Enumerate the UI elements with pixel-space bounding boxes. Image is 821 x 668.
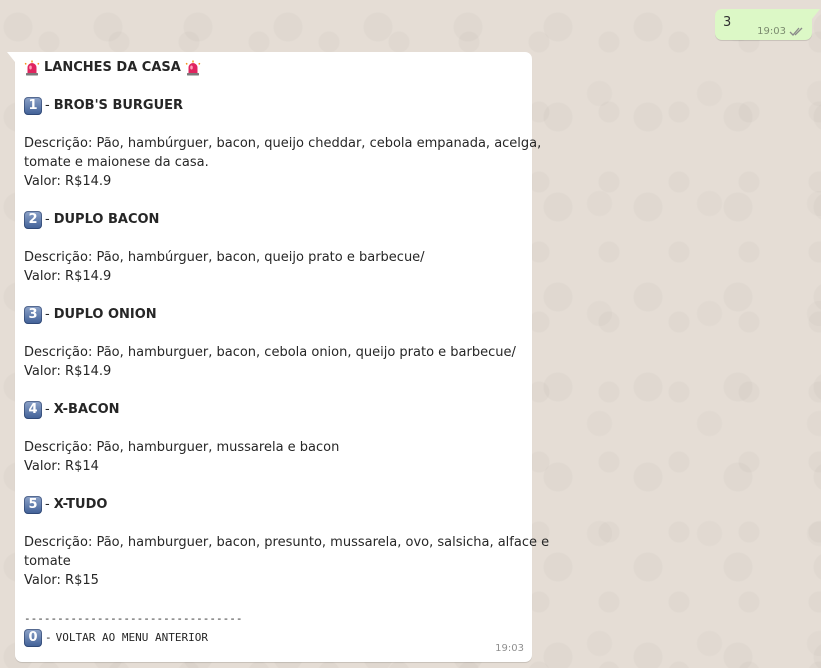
menu-item-description: Descrição: Pão, hamburguer, mussarela e … <box>24 440 340 455</box>
keycap-2-icon: 2 <box>24 210 42 229</box>
back-option: 0 - VOLTAR AO MENU ANTERIOR <box>24 628 523 647</box>
menu-separator: --------------------------------- <box>24 612 243 625</box>
keycap-3-icon: 3 <box>24 305 42 324</box>
keycap-1-icon: 1 <box>24 96 42 115</box>
menu-item-price: Valor: R$14 <box>24 459 99 474</box>
menu-item-title: 2 - DUPLO BACON <box>24 210 523 229</box>
menu-header: LANCHES DA CASA <box>24 58 523 77</box>
double-check-icon <box>789 26 805 37</box>
menu-item-name: BROB'S BURGUER <box>53 98 184 113</box>
outgoing-message-text: 3 <box>723 15 732 30</box>
menu-item-description: Descrição: Pão, hambúrguer, bacon, queij… <box>24 136 542 151</box>
menu-header-title: LANCHES DA CASA <box>44 60 181 75</box>
menu-item-description-cont: tomate e maionese da casa. <box>24 155 209 170</box>
menu-item-name: X-TUDO <box>53 497 108 512</box>
menu-item-name: X-BACON <box>53 402 120 417</box>
menu-item-name: DUPLO ONION <box>53 307 157 322</box>
menu-item-title: 1 - BROB'S BURGUER <box>24 96 523 115</box>
menu-item-price: Valor: R$15 <box>24 573 99 588</box>
menu-item-title: 3 - DUPLO ONION <box>24 305 523 324</box>
keycap-0-icon: 0 <box>24 628 42 647</box>
outgoing-message-time: 19:03 <box>757 26 786 37</box>
menu-item-description-cont: tomate <box>24 554 71 569</box>
menu-item-price: Valor: R$14.9 <box>24 364 112 379</box>
keycap-4-icon: 4 <box>24 400 42 419</box>
menu-item-name: DUPLO BACON <box>53 212 160 227</box>
menu-item-description: Descrição: Pão, hambúrguer, bacon, queij… <box>24 250 425 265</box>
incoming-message[interactable]: LANCHES DA CASA 1 - BROB'S BURGUER Descr… <box>7 52 550 662</box>
menu-item-title: 4 - X-BACON <box>24 400 523 419</box>
siren-icon <box>185 60 201 76</box>
incoming-message-time: 19:03 <box>495 643 524 654</box>
menu-item-title: 5 - X-TUDO <box>24 495 523 514</box>
outgoing-message[interactable]: 3 19:03 <box>715 9 820 40</box>
outgoing-message-meta: 19:03 <box>757 26 805 37</box>
keycap-5-icon: 5 <box>24 495 42 514</box>
menu-item-description: Descrição: Pão, hamburguer, bacon, presu… <box>24 535 550 550</box>
siren-icon <box>24 60 40 76</box>
menu-item-price: Valor: R$14.9 <box>24 174 112 189</box>
menu-item-price: Valor: R$14.9 <box>24 269 112 284</box>
menu-item-description: Descrição: Pão, hamburguer, bacon, cebol… <box>24 345 516 360</box>
back-option-text: VOLTAR AO MENU ANTERIOR <box>55 631 208 644</box>
